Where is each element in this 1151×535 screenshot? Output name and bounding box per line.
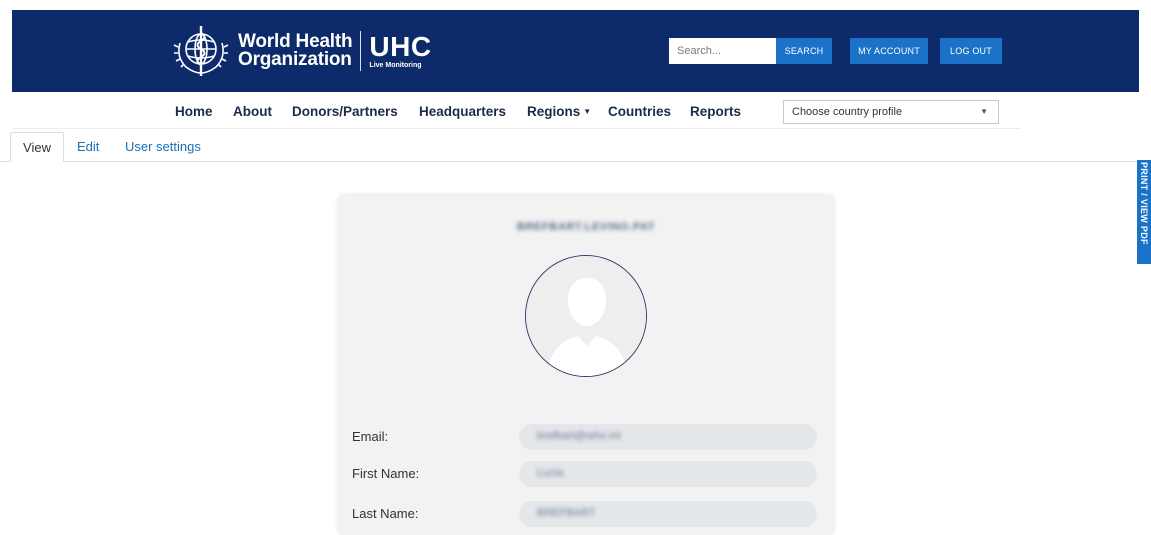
select-arrow-icon: ▼ xyxy=(980,107,988,116)
who-uhc-logo[interactable]: World Health Organization UHC Live Monit… xyxy=(170,21,432,81)
logo-divider xyxy=(360,31,362,71)
uhc-wordmark: UHC Live Monitoring xyxy=(369,30,432,70)
profile-card: BREFBART.LEVINO.PAT Email: brefbart@who.… xyxy=(338,195,834,535)
my-account-button[interactable]: MY ACCOUNT xyxy=(850,38,928,64)
site-header: World Health Organization UHC Live Monit… xyxy=(12,10,1139,92)
profile-row-email: Email: brefbart@who.int xyxy=(352,424,820,450)
country-select-value: Choose country profile xyxy=(792,106,903,118)
nav-item-about[interactable]: About xyxy=(233,104,272,119)
uhc-title: UHC xyxy=(369,30,432,62)
who-wordmark: World Health Organization xyxy=(238,32,353,70)
log-out-button[interactable]: LOG OUT xyxy=(940,38,1002,64)
tab-edit[interactable]: Edit xyxy=(77,132,99,162)
nav-item-donors-partners[interactable]: Donors/Partners xyxy=(292,104,398,119)
search-input[interactable] xyxy=(669,38,776,64)
page-tabs: View Edit User settings xyxy=(0,132,1151,162)
first-name-label: First Name: xyxy=(352,466,420,481)
nav-item-regions[interactable]: Regions ▼ xyxy=(527,104,591,119)
user-silhouette-icon xyxy=(526,256,646,376)
email-label: Email: xyxy=(352,429,389,444)
who-emblem-icon xyxy=(173,26,229,76)
profile-row-first-name: First Name: Lucia xyxy=(352,461,820,487)
last-name-value: BREFBART xyxy=(537,507,596,519)
print-view-pdf-label: PRINT / VIEW PDF xyxy=(1139,162,1149,245)
country-profile-select[interactable]: Choose country profile ▼ xyxy=(783,100,999,124)
email-value: brefbart@who.int xyxy=(537,430,621,442)
nav-item-countries[interactable]: Countries xyxy=(608,104,671,119)
avatar xyxy=(525,255,647,377)
last-name-field: BREFBART xyxy=(519,501,817,527)
nav-item-headquarters[interactable]: Headquarters xyxy=(419,104,506,119)
caret-down-icon: ▼ xyxy=(583,107,592,116)
first-name-value: Lucia xyxy=(537,467,564,479)
nav-item-reports[interactable]: Reports xyxy=(690,104,741,119)
profile-username: BREFBART.LEVINO.PAT xyxy=(516,221,656,233)
logo-line-2: Organization xyxy=(238,49,352,70)
print-view-pdf-button[interactable]: PRINT / VIEW PDF xyxy=(1137,160,1151,264)
tab-view[interactable]: View xyxy=(10,132,64,162)
email-field: brefbart@who.int xyxy=(519,424,817,450)
uhc-subtitle: Live Monitoring xyxy=(369,61,422,69)
tab-user-settings[interactable]: User settings xyxy=(125,132,201,162)
first-name-field: Lucia xyxy=(519,461,817,487)
nav-divider xyxy=(12,128,1020,129)
nav-item-regions-label: Regions xyxy=(527,104,581,119)
search-button[interactable]: SEARCH xyxy=(776,38,832,64)
last-name-label: Last Name: xyxy=(352,506,419,521)
profile-row-last-name: Last Name: BREFBART xyxy=(352,501,820,527)
nav-item-home[interactable]: Home xyxy=(175,104,213,119)
